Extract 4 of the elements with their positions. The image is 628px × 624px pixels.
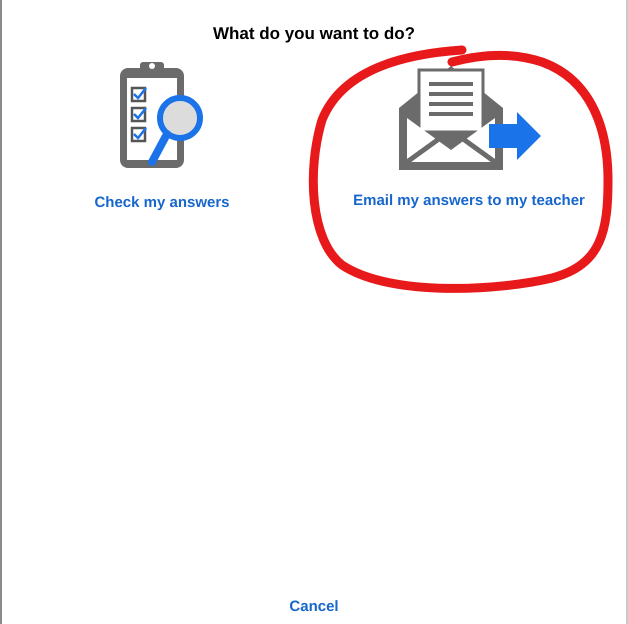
option-link[interactable]: Check my answers <box>94 194 230 211</box>
dialog-title: What do you want to do? <box>212 24 416 44</box>
option-link[interactable]: Email my answers to my teacher <box>353 192 585 209</box>
cancel-link[interactable]: Cancel <box>289 598 339 615</box>
